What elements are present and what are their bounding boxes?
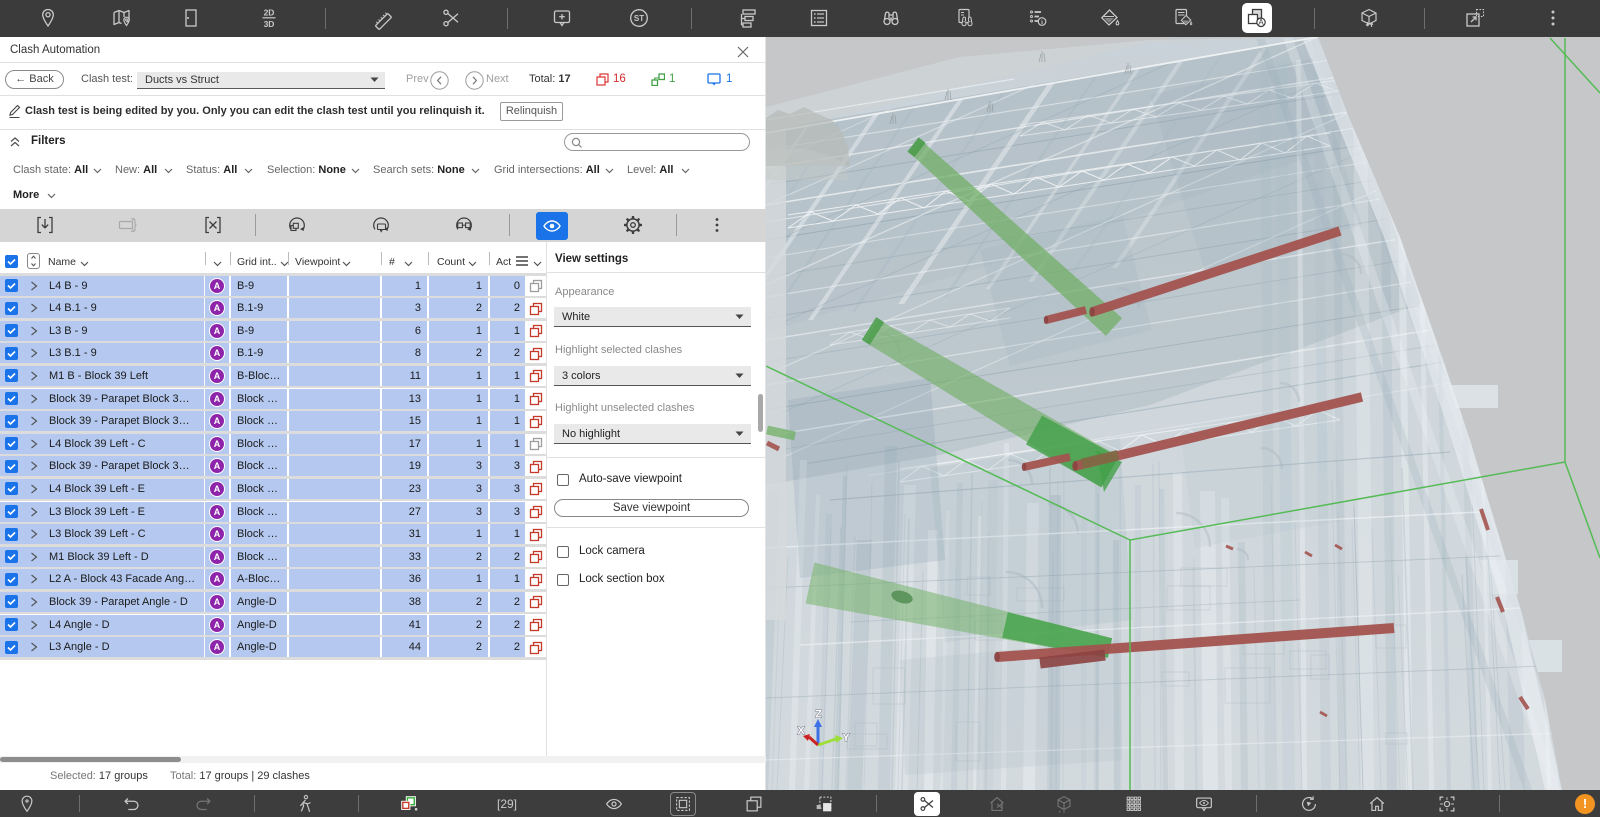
svg-text:Z: Z (815, 709, 822, 721)
svg-text:X: X (797, 725, 805, 737)
svg-text:ST: ST (634, 14, 644, 23)
svg-text:A: A (1258, 18, 1264, 27)
svg-text:i: i (1041, 19, 1043, 26)
svg-text:2D: 2D (264, 8, 275, 18)
svg-text:Y: Y (842, 732, 850, 744)
svg-text:3D: 3D (264, 19, 275, 29)
